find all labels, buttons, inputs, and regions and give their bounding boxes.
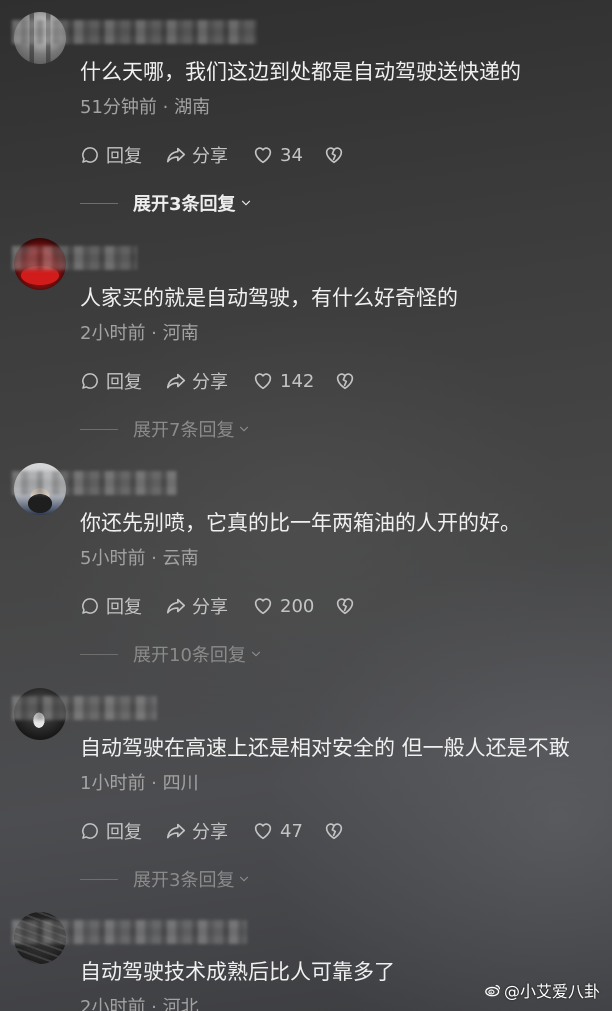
expand-replies-label: 展开3条回复 — [133, 870, 235, 891]
share-arrow-icon — [166, 147, 186, 163]
comment-list[interactable]: 什么天哪，我们这边到处都是自动驾驶送快递的 51分钟前 · 湖南 回复 分享 3… — [0, 0, 612, 1011]
like-button[interactable]: 47 — [252, 819, 303, 843]
comment-meta: 5小时前 · 云南 — [80, 548, 199, 569]
comment-item: 你还先别喷，它真的比一年两箱油的人开的好。 5小时前 · 云南 回复 分享 20… — [0, 451, 612, 676]
share-button[interactable]: 分享 — [164, 369, 228, 393]
comment-bubble-icon — [82, 823, 98, 839]
broken-heart-icon — [325, 823, 343, 840]
chevron-down-icon — [241, 200, 250, 206]
comment-actions: 回复 分享 34 — [80, 143, 345, 167]
chevron-down-icon — [240, 426, 249, 432]
like-count: 200 — [280, 595, 315, 617]
heart-icon — [254, 823, 272, 840]
comment-text[interactable]: 人家买的就是自动驾驶，有什么好奇怪的 — [80, 286, 605, 310]
comment-item: 人家买的就是自动驾驶，有什么好奇怪的 2小时前 · 河南 回复 分享 142 展… — [0, 226, 612, 451]
comment-actions: 回复 分享 200 — [80, 594, 356, 618]
share-button[interactable]: 分享 — [164, 819, 228, 843]
username-redacted[interactable] — [12, 471, 177, 495]
dislike-button[interactable] — [334, 369, 356, 393]
expand-replies-button[interactable]: 展开7条回复 — [80, 417, 251, 441]
like-count: 142 — [280, 370, 315, 392]
expand-divider — [80, 878, 118, 880]
comment-item: 自动驾驶在高速上还是相对安全的 但一般人还是不敢 1小时前 · 四川 回复 分享… — [0, 676, 612, 901]
comment-bubble-icon — [82, 373, 98, 389]
expand-replies-button[interactable]: 展开3条回复 — [80, 867, 251, 891]
like-count: 34 — [280, 144, 303, 166]
like-button[interactable]: 34 — [252, 143, 303, 167]
comment-meta: 2小时前 · 河北 — [80, 997, 199, 1011]
dislike-button[interactable] — [323, 143, 345, 167]
share-label: 分享 — [192, 146, 228, 167]
share-button[interactable]: 分享 — [164, 594, 228, 618]
comment-item: 什么天哪，我们这边到处都是自动驾驶送快递的 51分钟前 · 湖南 回复 分享 3… — [0, 0, 612, 225]
heart-icon — [254, 598, 272, 615]
share-label: 分享 — [192, 597, 228, 618]
reply-label: 回复 — [106, 822, 142, 843]
share-label: 分享 — [192, 372, 228, 393]
expand-divider — [80, 428, 118, 430]
comment-bubble-icon — [82, 147, 98, 163]
comment-meta: 2小时前 · 河南 — [80, 323, 199, 344]
username-redacted[interactable] — [12, 920, 247, 944]
expand-divider — [80, 653, 118, 655]
broken-heart-icon — [337, 598, 354, 615]
share-arrow-icon — [166, 373, 186, 389]
comment-text[interactable]: 你还先别喷，它真的比一年两箱油的人开的好。 — [80, 511, 605, 535]
reply-button[interactable]: 回复 — [80, 143, 142, 167]
chevron-down-icon — [240, 876, 249, 882]
dislike-button[interactable] — [323, 819, 345, 843]
weibo-icon — [485, 985, 500, 997]
share-arrow-icon — [166, 598, 186, 614]
reply-label: 回复 — [106, 372, 142, 393]
expand-replies-label: 展开7条回复 — [133, 420, 235, 441]
broken-heart-icon — [325, 147, 343, 164]
expand-replies-label: 展开10条回复 — [133, 645, 246, 666]
heart-icon — [254, 373, 272, 390]
comment-text[interactable]: 自动驾驶在高速上还是相对安全的 但一般人还是不敢 — [80, 736, 605, 760]
comment-actions: 回复 分享 47 — [80, 819, 345, 843]
dislike-button[interactable] — [334, 594, 356, 618]
share-arrow-icon — [166, 823, 186, 839]
username-redacted[interactable] — [12, 696, 157, 720]
comment-actions: 回复 分享 142 — [80, 369, 356, 393]
expand-replies-label: 展开3条回复 — [133, 194, 236, 215]
username-redacted[interactable] — [12, 20, 257, 44]
like-button[interactable]: 142 — [252, 369, 314, 393]
broken-heart-icon — [337, 373, 354, 390]
watermark: @小艾爱八卦 — [485, 979, 600, 1001]
reply-button[interactable]: 回复 — [80, 594, 142, 618]
expand-replies-button[interactable]: 展开10条回复 — [80, 642, 263, 666]
comment-text[interactable]: 什么天哪，我们这边到处都是自动驾驶送快递的 — [80, 60, 605, 84]
reply-button[interactable]: 回复 — [80, 819, 142, 843]
reply-label: 回复 — [106, 146, 142, 167]
share-button[interactable]: 分享 — [164, 143, 228, 167]
expand-replies-button[interactable]: 展开3条回复 — [80, 191, 253, 215]
like-button[interactable]: 200 — [252, 594, 314, 618]
chevron-down-icon — [251, 651, 260, 657]
expand-divider — [80, 202, 118, 204]
heart-icon — [254, 147, 272, 164]
watermark-text: @小艾爱八卦 — [503, 982, 600, 1001]
comment-meta: 1小时前 · 四川 — [80, 773, 199, 794]
like-count: 47 — [280, 820, 303, 842]
reply-label: 回复 — [106, 597, 142, 618]
comment-bubble-icon — [82, 598, 98, 614]
share-label: 分享 — [192, 822, 228, 843]
reply-button[interactable]: 回复 — [80, 369, 142, 393]
comment-meta: 51分钟前 · 湖南 — [80, 97, 211, 118]
username-redacted[interactable] — [12, 246, 137, 270]
